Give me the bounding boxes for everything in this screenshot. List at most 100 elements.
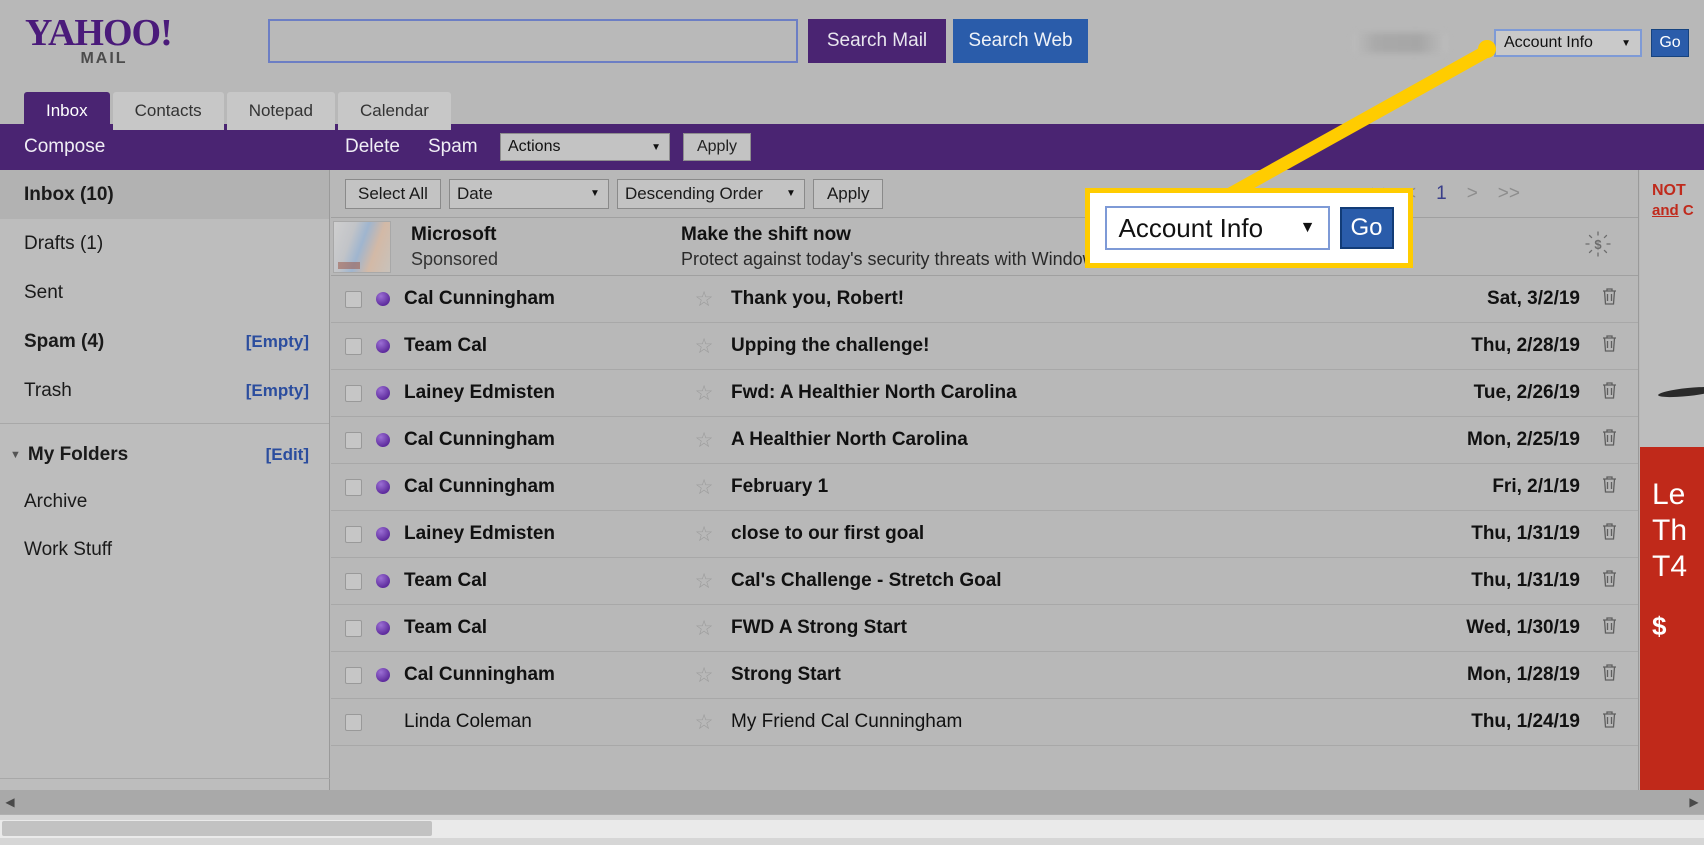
row-checkbox[interactable] xyxy=(345,666,362,684)
sort-order-select[interactable]: Descending Order ▼ xyxy=(616,178,805,209)
sidebar-item-work-stuff[interactable]: Work Stuff xyxy=(0,526,329,574)
sidebar-item-spam[interactable]: Spam (4) [Empty] xyxy=(0,317,329,366)
tab-contacts[interactable]: Contacts xyxy=(112,92,224,130)
delete-icon[interactable] xyxy=(1580,381,1638,406)
sidebar-item-inbox[interactable]: Inbox (10) xyxy=(0,170,329,219)
tab-notepad[interactable]: Notepad xyxy=(226,92,335,130)
ad-red-line2: Th xyxy=(1652,514,1688,547)
delete-icon[interactable] xyxy=(1580,475,1638,500)
delete-icon[interactable] xyxy=(1580,287,1638,312)
tab-calendar[interactable]: Calendar xyxy=(337,92,451,130)
yahoo-mail-logo[interactable]: YAHOO! MAIL xyxy=(25,14,173,68)
star-icon[interactable]: ☆ xyxy=(689,334,719,359)
edit-folders-link[interactable]: [Edit] xyxy=(266,445,309,465)
table-row[interactable]: Cal Cunningham ☆ Strong Start Mon, 1/28/… xyxy=(331,652,1638,699)
empty-trash-link[interactable]: [Empty] xyxy=(246,381,309,401)
star-icon[interactable]: ☆ xyxy=(689,522,719,547)
sort-field-select[interactable]: Date ▼ xyxy=(448,178,609,209)
delete-icon[interactable] xyxy=(1580,616,1638,641)
compose-button[interactable]: Compose xyxy=(24,136,105,158)
search-input[interactable] xyxy=(268,19,798,63)
my-folders-header[interactable]: ▼ My Folders [Edit] xyxy=(0,432,329,478)
search-web-button[interactable]: Search Web xyxy=(953,19,1088,63)
star-icon[interactable]: ☆ xyxy=(689,616,719,641)
search-mail-button[interactable]: Search Mail xyxy=(808,19,946,63)
date-text: Thu, 2/28/19 xyxy=(1471,335,1580,356)
row-checkbox[interactable] xyxy=(345,478,362,496)
sponsored-row[interactable]: Microsoft Sponsored Make the shift now P… xyxy=(331,218,1638,276)
unread-indicator-icon xyxy=(376,433,390,447)
delete-icon[interactable] xyxy=(1580,710,1638,735)
unread-indicator-icon xyxy=(376,386,390,400)
sponsored-sender-name: Microsoft xyxy=(411,223,497,245)
select-all-button[interactable]: Select All xyxy=(345,178,441,209)
ad-red-block[interactable]: Le Th T4 $ xyxy=(1640,447,1704,790)
star-icon[interactable]: ☆ xyxy=(689,475,719,500)
apply-actions-button[interactable]: Apply xyxy=(683,133,751,161)
sidebar-item-trash[interactable]: Trash [Empty] xyxy=(0,366,329,415)
sender-name: Lainey Edmisten xyxy=(404,382,555,403)
delete-icon[interactable] xyxy=(1580,663,1638,688)
row-checkbox[interactable] xyxy=(345,572,362,590)
delete-icon[interactable] xyxy=(1580,569,1638,594)
table-row[interactable]: Lainey Edmisten ☆ Fwd: A Healthier North… xyxy=(331,370,1638,417)
star-icon[interactable]: ☆ xyxy=(689,710,719,735)
subject-text: Upping the challenge! xyxy=(731,335,930,356)
row-checkbox[interactable] xyxy=(345,713,362,731)
delete-button[interactable]: Delete xyxy=(345,136,400,158)
row-checkbox[interactable] xyxy=(345,525,362,543)
table-row[interactable]: Team Cal ☆ Cal's Challenge - Stretch Goa… xyxy=(331,558,1638,605)
tab-inbox[interactable]: Inbox xyxy=(24,92,110,130)
star-icon[interactable]: ☆ xyxy=(689,663,719,688)
star-icon[interactable]: ☆ xyxy=(689,428,719,453)
scroll-left-arrow-icon[interactable]: ◀ xyxy=(0,795,20,809)
table-row[interactable]: Cal Cunningham ☆ February 1 Fri, 2/1/19 xyxy=(331,464,1638,511)
page-scrollbar-thumb[interactable] xyxy=(2,821,432,836)
page-current[interactable]: 1 xyxy=(1436,183,1447,205)
row-checkbox[interactable] xyxy=(345,431,362,449)
sidebar-item-label: Drafts (1) xyxy=(24,232,104,254)
table-row[interactable]: Cal Cunningham ☆ Thank you, Robert! Sat,… xyxy=(331,276,1638,323)
table-row[interactable]: Cal Cunningham ☆ A Healthier North Carol… xyxy=(331,417,1638,464)
sidebar-item-drafts[interactable]: Drafts (1) xyxy=(0,219,329,268)
spam-button[interactable]: Spam xyxy=(428,136,478,158)
scroll-right-arrow-icon[interactable]: ▶ xyxy=(1684,795,1704,809)
page-header: YAHOO! MAIL Search Mail Search Web Accou… xyxy=(0,0,1704,86)
table-row[interactable]: Team Cal ☆ Upping the challenge! Thu, 2/… xyxy=(331,323,1638,370)
sidebar-bottom-divider xyxy=(0,778,330,779)
chevron-down-icon: ▼ xyxy=(590,188,600,199)
subject-text: Strong Start xyxy=(731,664,841,685)
star-icon[interactable]: ☆ xyxy=(689,569,719,594)
row-checkbox[interactable] xyxy=(345,290,362,308)
callout-account-info-select[interactable]: Account Info ▼ xyxy=(1104,206,1330,250)
page-last-button[interactable]: >> xyxy=(1498,183,1520,205)
empty-spam-link[interactable]: [Empty] xyxy=(246,332,309,352)
star-icon[interactable]: ☆ xyxy=(689,287,719,312)
actions-select[interactable]: Actions ▼ xyxy=(500,133,670,161)
apply-sort-button[interactable]: Apply xyxy=(812,178,884,209)
horizontal-scrollbar[interactable]: ◀ ▶ xyxy=(0,790,1704,814)
row-checkbox[interactable] xyxy=(345,337,362,355)
table-row[interactable]: Linda Coleman ☆ My Friend Cal Cunningham… xyxy=(331,699,1638,746)
row-checkbox[interactable] xyxy=(345,619,362,637)
delete-icon[interactable] xyxy=(1580,428,1638,453)
advertisement-panel[interactable]: NOT and C Le Th T4 $ xyxy=(1640,170,1704,790)
table-row[interactable]: Lainey Edmisten ☆ close to our first goa… xyxy=(331,511,1638,558)
sidebar-item-archive[interactable]: Archive xyxy=(0,478,329,526)
sender-name: Linda Coleman xyxy=(404,711,532,732)
sidebar-item-sent[interactable]: Sent xyxy=(0,268,329,317)
unread-indicator-icon xyxy=(376,621,390,635)
go-button[interactable]: Go xyxy=(1651,29,1689,57)
row-checkbox[interactable] xyxy=(345,384,362,402)
date-text: Thu, 1/24/19 xyxy=(1471,711,1580,732)
page-next-button[interactable]: > xyxy=(1467,183,1478,205)
star-icon[interactable]: ☆ xyxy=(689,381,719,406)
delete-icon[interactable] xyxy=(1580,522,1638,547)
account-info-select[interactable]: Account Info ▼ xyxy=(1494,29,1642,57)
table-row[interactable]: Team Cal ☆ FWD A Strong Start Wed, 1/30/… xyxy=(331,605,1638,652)
sponsored-thumbnail-image xyxy=(333,220,391,273)
delete-icon[interactable] xyxy=(1580,334,1638,359)
sender-name: Lainey Edmisten xyxy=(404,523,555,544)
callout-go-button[interactable]: Go xyxy=(1339,207,1394,249)
triangle-collapse-icon[interactable]: ▼ xyxy=(10,449,21,461)
